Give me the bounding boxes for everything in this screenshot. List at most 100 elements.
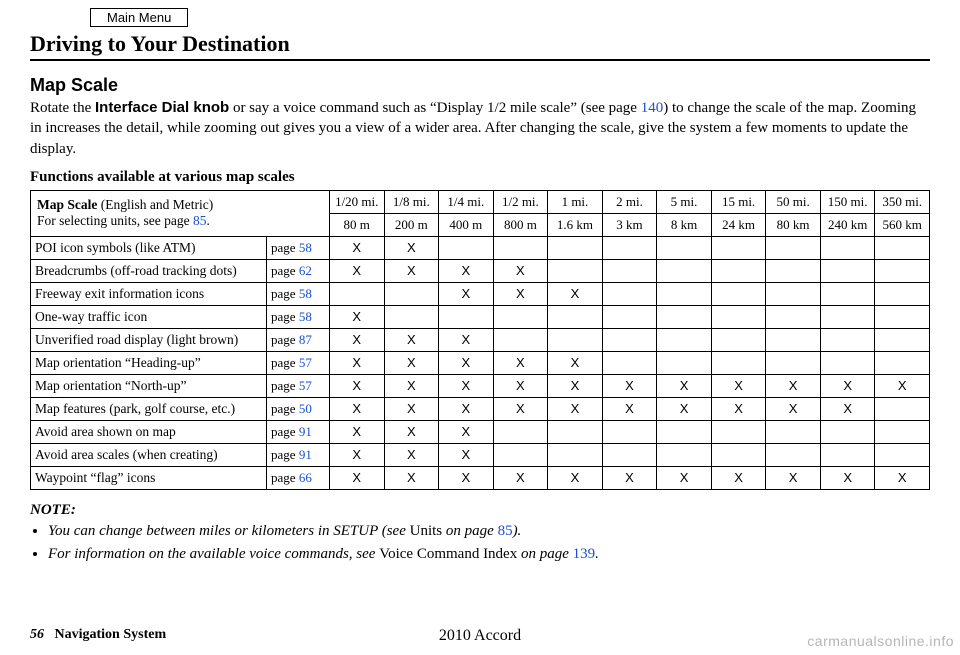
scale-cell: [766, 236, 821, 259]
scale-cell: [548, 443, 603, 466]
page-ref-link[interactable]: 57: [299, 355, 312, 370]
scale-m-4: 1.6 km: [548, 213, 603, 236]
map-scale-label-paren: (English and Metric): [97, 197, 213, 212]
scale-cell: X: [657, 397, 712, 420]
scale-cell: X: [602, 374, 657, 397]
scale-cell: X: [493, 466, 548, 489]
note-mid: on page: [517, 546, 572, 562]
scale-cell: X: [439, 351, 494, 374]
scale-en-10: 350 mi.: [875, 190, 930, 213]
scale-en-9: 150 mi.: [820, 190, 875, 213]
page-label: page: [271, 286, 299, 301]
scale-cell: X: [766, 397, 821, 420]
table-row: Unverified road display (light brown)pag…: [31, 328, 930, 351]
page-ref-link[interactable]: 58: [299, 286, 312, 301]
section-heading: Map Scale: [30, 75, 930, 96]
row-page-ref: page 91: [267, 443, 330, 466]
scale-cell: [657, 351, 712, 374]
scale-cell: [657, 305, 712, 328]
page-ref-link[interactable]: 57: [299, 378, 312, 393]
scale-cell: X: [384, 466, 439, 489]
scale-cell: X: [384, 351, 439, 374]
page-ref-link[interactable]: 58: [299, 240, 312, 255]
scale-cell: X: [493, 351, 548, 374]
scale-cell: [875, 259, 930, 282]
note-page-ref[interactable]: 139: [573, 546, 596, 562]
scale-cell: [657, 420, 712, 443]
scale-cell: [602, 420, 657, 443]
page-label: page: [271, 332, 299, 347]
scale-cell: [875, 443, 930, 466]
page-label: page: [271, 355, 299, 370]
row-label: POI icon symbols (like ATM): [31, 236, 267, 259]
page-ref-link[interactable]: 66: [299, 470, 312, 485]
scale-cell: X: [329, 236, 384, 259]
scale-cell: [657, 259, 712, 282]
intro-mid: or say a voice command such as “Display …: [229, 100, 641, 116]
scale-m-10: 560 km: [875, 213, 930, 236]
scale-en-4: 1 mi.: [548, 190, 603, 213]
page-ref-link[interactable]: 62: [299, 263, 312, 278]
scale-en-1: 1/8 mi.: [384, 190, 439, 213]
scale-cell: [493, 236, 548, 259]
scale-cell: [875, 420, 930, 443]
scale-cell: X: [329, 351, 384, 374]
scale-cell: X: [493, 282, 548, 305]
page-ref-link[interactable]: 91: [299, 447, 312, 462]
scale-cell: [820, 420, 875, 443]
scale-cell: [711, 282, 766, 305]
scale-m-8: 80 km: [766, 213, 821, 236]
scale-cell: X: [384, 443, 439, 466]
scale-cell: [820, 305, 875, 328]
scale-m-2: 400 m: [439, 213, 494, 236]
page-label: page: [271, 240, 299, 255]
scale-cell: X: [329, 259, 384, 282]
scale-cell: X: [329, 420, 384, 443]
scale-cell: [875, 397, 930, 420]
scale-en-3: 1/2 mi.: [493, 190, 548, 213]
row-label: Waypoint “flag” icons: [31, 466, 267, 489]
page-ref-140[interactable]: 140: [641, 100, 664, 116]
page-number: 56: [30, 627, 44, 642]
scale-cell: [766, 259, 821, 282]
table-row: Map orientation “North-up”page 57XXXXXXX…: [31, 374, 930, 397]
model-year: 2010 Accord: [439, 627, 521, 645]
scale-cell: X: [329, 397, 384, 420]
page-ref-link[interactable]: 58: [299, 309, 312, 324]
row-label: Avoid area shown on map: [31, 420, 267, 443]
page-ref-85-header[interactable]: 85: [193, 213, 207, 228]
scale-cell: [548, 305, 603, 328]
page-ref-link[interactable]: 91: [299, 424, 312, 439]
scale-en-7: 15 mi.: [711, 190, 766, 213]
scale-cell: X: [602, 397, 657, 420]
row-page-ref: page 58: [267, 282, 330, 305]
scale-cell: X: [711, 466, 766, 489]
scale-cell: X: [329, 305, 384, 328]
watermark: carmanualsonline.info: [807, 633, 954, 649]
scale-cell: X: [766, 374, 821, 397]
scale-cell: X: [384, 236, 439, 259]
scale-cell: X: [439, 259, 494, 282]
map-scale-header-cell: Map Scale (English and Metric) For selec…: [31, 190, 330, 236]
scale-cell: [657, 328, 712, 351]
scale-cell: X: [820, 466, 875, 489]
scale-en-6: 5 mi.: [657, 190, 712, 213]
row-label: Map features (park, golf course, etc.): [31, 397, 267, 420]
scale-cell: [766, 443, 821, 466]
page-ref-link[interactable]: 87: [299, 332, 312, 347]
scale-cell: [493, 305, 548, 328]
row-page-ref: page 58: [267, 305, 330, 328]
page-label: page: [271, 470, 299, 485]
scale-cell: [820, 443, 875, 466]
page-ref-link[interactable]: 50: [299, 401, 312, 416]
note-page-ref[interactable]: 85: [498, 523, 513, 539]
scale-m-1: 200 m: [384, 213, 439, 236]
main-menu-button[interactable]: Main Menu: [90, 8, 188, 27]
scale-cell: [875, 351, 930, 374]
footer: 56 Navigation System 2010 Accord: [30, 627, 930, 643]
scale-en-0: 1/20 mi.: [329, 190, 384, 213]
row-label: Map orientation “Heading-up”: [31, 351, 267, 374]
scale-cell: X: [439, 282, 494, 305]
interface-dial-knob-label: Interface Dial knob: [95, 99, 229, 116]
table-row: Waypoint “flag” iconspage 66XXXXXXXXXXX: [31, 466, 930, 489]
